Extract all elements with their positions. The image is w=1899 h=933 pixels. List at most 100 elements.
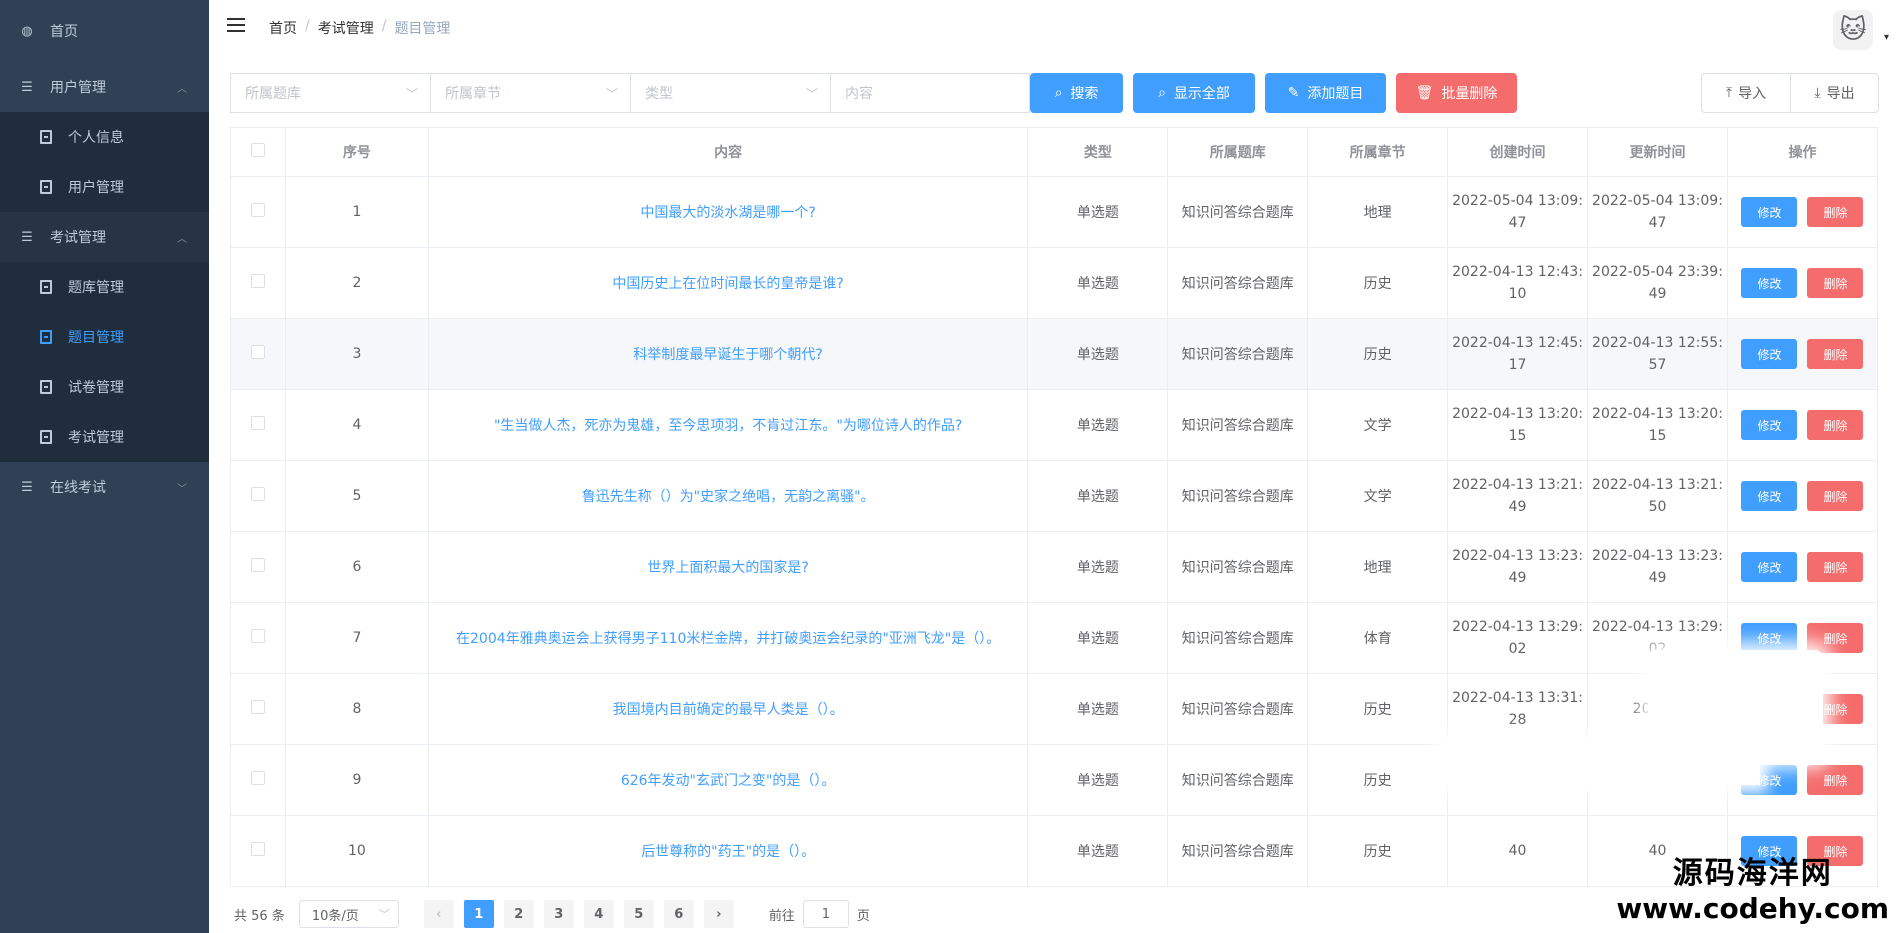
sidebar-item-question-bank[interactable]: 题库管理 — [0, 262, 209, 312]
bank-select-placeholder: 所属题库 — [245, 86, 301, 102]
page-button[interactable]: 4 — [583, 900, 614, 928]
breadcrumb-exam[interactable]: 考试管理 — [318, 18, 374, 38]
batch-delete-button[interactable]: 🗑 批量删除 — [1396, 73, 1517, 113]
sidebar-item-papers[interactable]: 试卷管理 — [0, 362, 209, 412]
question-content[interactable]: 在2004年雅典奥运会上获得男子110米栏金牌，并打破奥运会纪录的"亚洲飞龙"是… — [456, 631, 1000, 647]
delete-button[interactable]: 删除 — [1807, 197, 1864, 227]
delete-button[interactable]: 删除 — [1807, 552, 1864, 582]
sidebar-item-exams[interactable]: 考试管理 — [0, 412, 209, 462]
page-button[interactable]: 6 — [663, 900, 694, 928]
row-content-cell: 后世尊称的"药王"的是（）。 — [428, 815, 1029, 887]
column-header: 操作 — [1727, 127, 1879, 177]
row-chapter: 历史 — [1307, 744, 1449, 816]
list-icon: ☰ — [21, 229, 33, 245]
page-size-select[interactable]: 10条/页 ﹀ — [298, 900, 399, 928]
chapter-select[interactable]: 所属章节 ﹀ — [430, 73, 630, 113]
select-all-checkbox[interactable] — [250, 143, 265, 157]
edit-button[interactable]: 修改 — [1741, 552, 1798, 582]
question-content[interactable]: 626年发动"玄武门之变"的是（）。 — [621, 773, 836, 789]
row-created: 2022-04-13 13:20: 15 — [1447, 389, 1589, 461]
created-date: 2022-04-13 13:20: — [1452, 406, 1583, 422]
show-all-button-label: 显示全部 — [1173, 86, 1230, 102]
row-checkbox[interactable] — [250, 487, 265, 501]
delete-button[interactable]: 删除 — [1807, 339, 1864, 369]
type-select[interactable]: 类型 ﹀ — [630, 73, 830, 113]
delete-button[interactable]: 删除 — [1807, 410, 1864, 440]
row-updated: 2022-04-13 13:20: 15 — [1587, 389, 1728, 461]
question-content[interactable]: 中国历史上在位时间最长的皇帝是谁? — [612, 276, 843, 292]
row-number: 9 — [285, 744, 429, 816]
question-content[interactable]: 科举制度最早诞生于哪个朝代? — [633, 347, 822, 363]
row-checkbox[interactable] — [250, 629, 265, 643]
content-input[interactable]: 内容 — [830, 73, 1030, 113]
question-content[interactable]: "生当做人杰，死亦为鬼雄，至今思项羽，不肯过江东。"为哪位诗人的作品? — [494, 418, 962, 434]
prev-page-button[interactable]: ‹ — [423, 900, 454, 928]
row-checkbox-cell — [230, 815, 286, 887]
caret-down-icon[interactable]: ▾ — [1884, 32, 1889, 43]
question-content[interactable]: 鲁迅先生称（）为"史家之绝唱，无韵之离骚"。 — [582, 489, 875, 505]
row-content-cell: 鲁迅先生称（）为"史家之绝唱，无韵之离骚"。 — [428, 460, 1029, 532]
sidebar-item-profile[interactable]: 个人信息 — [0, 112, 209, 162]
edit-button[interactable]: 修改 — [1741, 623, 1798, 653]
edit-button[interactable]: 修改 — [1741, 410, 1798, 440]
delete-button[interactable]: 删除 — [1807, 481, 1864, 511]
bank-select[interactable]: 所属题库 ﹀ — [230, 73, 430, 113]
row-checkbox[interactable] — [250, 771, 265, 785]
edit-button[interactable]: 修改 — [1741, 268, 1798, 298]
row-checkbox[interactable] — [250, 203, 265, 217]
row-checkbox[interactable] — [250, 700, 265, 714]
delete-button[interactable]: 删除 — [1807, 623, 1864, 653]
edit-button[interactable]: 修改 — [1741, 339, 1798, 369]
hamburger-icon[interactable] — [227, 18, 245, 34]
chevron-down-icon: ﹀ — [805, 86, 818, 101]
show-all-button[interactable]: ⌕ 显示全部 — [1133, 73, 1255, 113]
row-chapter: 历史 — [1307, 815, 1449, 887]
row-checkbox[interactable] — [250, 345, 265, 359]
chapter-select-placeholder: 所属章节 — [445, 86, 501, 102]
sidebar-item-user-management[interactable]: ☰ 用户管理 ︿ — [0, 62, 209, 112]
delete-button[interactable]: 删除 — [1807, 268, 1864, 298]
breadcrumb-home[interactable]: 首页 — [269, 18, 297, 38]
question-content[interactable]: 我国境内目前确定的最早人类是（）。 — [613, 702, 844, 718]
row-content-cell: 中国最大的淡水湖是哪一个? — [428, 176, 1029, 248]
row-bank: 知识问答综合题库 — [1167, 531, 1309, 603]
row-checkbox-cell — [230, 602, 286, 674]
edit-button[interactable]: 修改 — [1741, 197, 1798, 227]
row-content-cell: 世界上面积最大的国家是? — [428, 531, 1029, 603]
search-button[interactable]: ⌕ 搜索 — [1030, 73, 1123, 113]
question-content[interactable]: 世界上面积最大的国家是? — [647, 560, 808, 576]
export-button-label: 导出 — [1826, 86, 1855, 102]
sidebar-item-online-exam[interactable]: ☰ 在线考试 ﹀ — [0, 462, 209, 512]
question-content[interactable]: 中国最大的淡水湖是哪一个? — [640, 205, 815, 221]
row-checkbox[interactable] — [250, 558, 265, 572]
row-created: 2022-04-13 13:21: 49 — [1447, 460, 1589, 532]
goto-page-input[interactable]: 1 — [802, 900, 849, 928]
row-checkbox-cell — [230, 247, 286, 319]
created-date: 2022-04-13 13:29: — [1452, 619, 1583, 635]
question-content[interactable]: 后世尊称的"药王"的是（）。 — [641, 844, 815, 860]
sidebar-item-users[interactable]: 用户管理 — [0, 162, 209, 212]
page-button[interactable]: 3 — [543, 900, 574, 928]
row-checkbox[interactable] — [250, 274, 265, 288]
sidebar-item-exam-management[interactable]: ☰ 考试管理 ︿ — [0, 212, 209, 262]
created-date: 2022-04-13 12:45: — [1452, 335, 1583, 351]
row-number: 8 — [285, 673, 429, 745]
page-button[interactable]: 2 — [503, 900, 534, 928]
page-button[interactable]: 5 — [623, 900, 654, 928]
row-checkbox[interactable] — [250, 416, 265, 430]
delete-button[interactable]: 删除 — [1807, 765, 1864, 795]
row-checkbox[interactable] — [250, 842, 265, 856]
add-question-button[interactable]: ✎ 添加题目 — [1265, 73, 1386, 113]
sidebar-item-home[interactable]: ◍ 首页 — [0, 0, 209, 62]
avatar[interactable]: 🐱 — [1833, 10, 1873, 50]
export-button[interactable]: ⤓ 导出 — [1790, 74, 1878, 112]
import-button[interactable]: ⤒ 导入 — [1702, 74, 1790, 112]
created-date: 2022-04-13 13:31: — [1452, 690, 1583, 706]
row-type: 单选题 — [1027, 744, 1169, 816]
edit-button[interactable]: 修改 — [1741, 481, 1798, 511]
row-chapter: 地理 — [1307, 531, 1449, 603]
next-page-button[interactable]: › — [703, 900, 734, 928]
page-button[interactable]: 1 — [463, 900, 494, 928]
sidebar-item-questions[interactable]: 题目管理 — [0, 312, 209, 362]
breadcrumb-current: 题目管理 — [394, 21, 451, 37]
